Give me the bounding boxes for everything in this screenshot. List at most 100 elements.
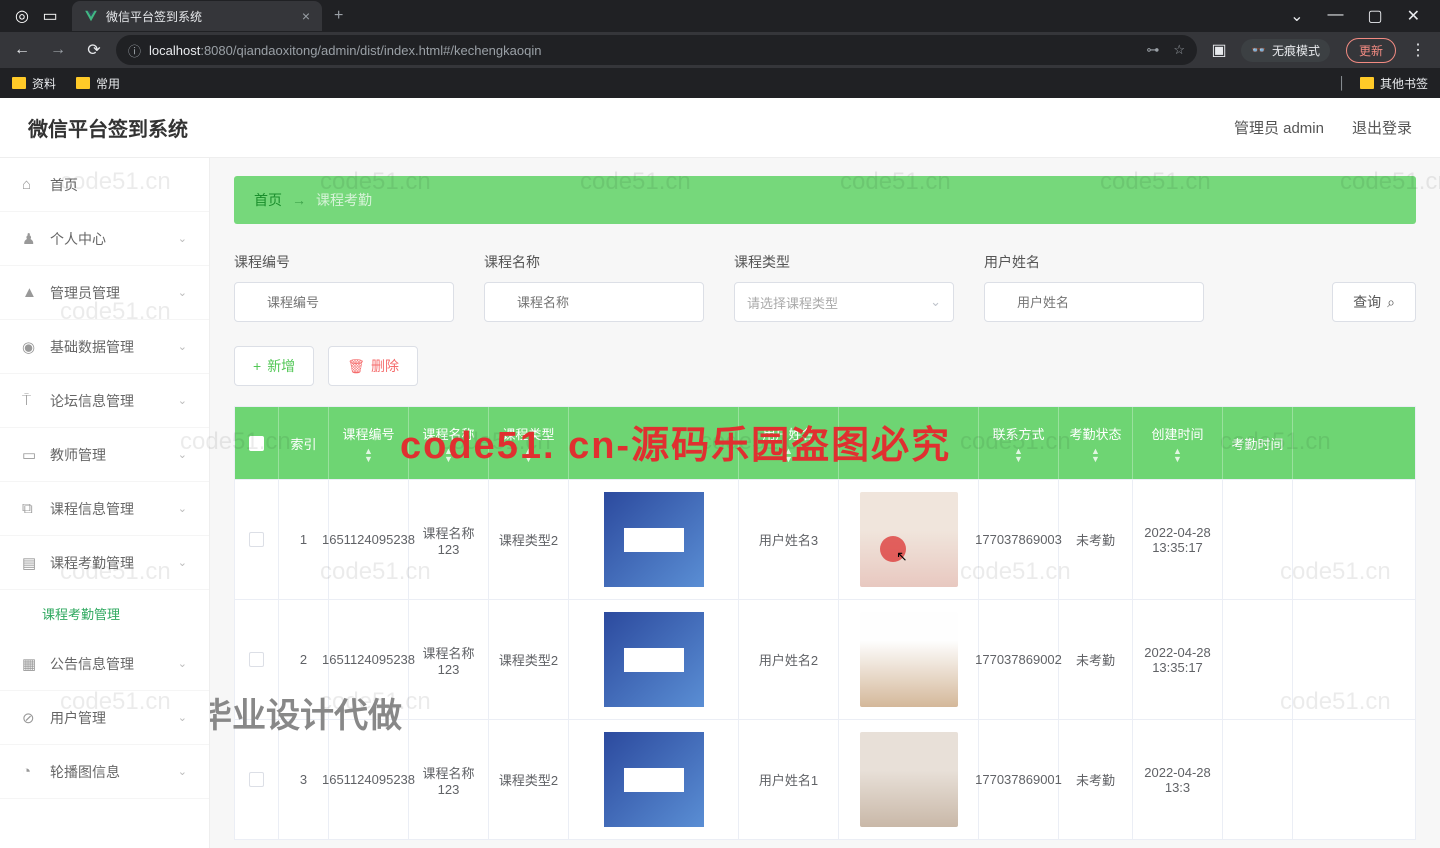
minimize-icon[interactable]: — xyxy=(1327,6,1343,26)
sort-icon[interactable]: ▲▼ xyxy=(364,447,373,463)
url-path: :8080/qiandaoxitong/admin/dist/index.htm… xyxy=(200,43,541,58)
user-avatar[interactable] xyxy=(860,612,958,707)
cell-name: 课程名称123 xyxy=(409,720,489,839)
user-avatar[interactable] xyxy=(860,492,958,587)
incognito-badge: 👓 无痕模式 xyxy=(1241,39,1330,62)
filter-user-input[interactable] xyxy=(984,282,1204,322)
key-icon[interactable]: ⊶ xyxy=(1146,42,1159,58)
menu-icon[interactable]: ⋮ xyxy=(1404,40,1432,60)
browser-tab[interactable]: 微信平台签到系统 × xyxy=(72,1,322,31)
folder-icon xyxy=(76,77,90,89)
close-icon[interactable]: × xyxy=(302,8,310,24)
sidebar-item-attendance[interactable]: ▤课程考勤管理⌄ xyxy=(0,536,209,590)
course-thumbnail[interactable] xyxy=(604,732,704,827)
trash-icon: 🗑 xyxy=(347,358,365,375)
cell-code: 1651124095238 xyxy=(329,720,409,839)
list-icon: ▤ xyxy=(22,554,40,572)
reload-button[interactable]: ⟳ xyxy=(80,40,108,60)
chevron-down-icon: ⌄ xyxy=(178,556,187,569)
sidebar-item-teacher[interactable]: ▭教师管理⌄ xyxy=(0,428,209,482)
data-table: 索引 课程编号▲▼ 课程名称▲▼ 课程类型▲▼ 用户姓名▲▼ 联系方式▲▼ 考勤… xyxy=(234,406,1416,840)
sidebar-item-forum[interactable]: ⍑论坛信息管理⌄ xyxy=(0,374,209,428)
sidebar-item-course[interactable]: ⧉课程信息管理⌄ xyxy=(0,482,209,536)
row-checkbox[interactable] xyxy=(249,652,264,667)
cell-type: 课程类型2 xyxy=(489,600,569,719)
other-bookmarks[interactable]: │其他书签 xyxy=(1338,75,1428,92)
sort-icon[interactable]: ▲▼ xyxy=(1014,447,1023,463)
user-icon: ♟ xyxy=(22,230,40,248)
chevron-down-icon[interactable]: ⌄ xyxy=(1290,6,1303,26)
browser-menu-icon[interactable]: ◎ xyxy=(8,6,36,26)
update-button[interactable]: 更新 xyxy=(1346,38,1396,63)
query-button[interactable]: 查询⌕ xyxy=(1332,282,1416,322)
browser-chrome: ◎ ▭ 微信平台签到系统 × + ⌄ — ▢ ✕ ← → ⟳ ⓘ localho… xyxy=(0,0,1440,98)
cursor-icon: ↖ xyxy=(896,548,908,565)
add-button[interactable]: +新增 xyxy=(234,346,314,386)
chat-icon: ▭ xyxy=(22,446,40,464)
clock-icon: ◔ xyxy=(22,763,40,780)
sidebar-item-personal[interactable]: ♟个人中心⌄ xyxy=(0,212,209,266)
app-header: 微信平台签到系统 管理员 admin 退出登录 xyxy=(0,98,1440,158)
sidebar-subitem-attendance[interactable]: 课程考勤管理 xyxy=(0,590,209,637)
sort-icon[interactable]: ▲▼ xyxy=(524,447,533,463)
tab-title: 微信平台签到系统 xyxy=(106,8,202,25)
admin-label[interactable]: 管理员 admin xyxy=(1234,117,1324,138)
bookmark-folder-1[interactable]: 资料 xyxy=(12,75,56,92)
filter-user-label: 用户姓名 xyxy=(984,252,1204,272)
new-tab-button[interactable]: + xyxy=(334,7,343,25)
cell-user: 用户姓名3 xyxy=(739,480,839,599)
cell-name: 课程名称123 xyxy=(409,480,489,599)
user-avatar[interactable] xyxy=(860,732,958,827)
close-window-icon[interactable]: ✕ xyxy=(1407,6,1420,26)
cell-type: 课程类型2 xyxy=(489,720,569,839)
sort-icon[interactable]: ▲▼ xyxy=(1173,447,1182,463)
browser-window-icon[interactable]: ▭ xyxy=(36,6,64,26)
chevron-down-icon: ⌄ xyxy=(178,765,187,778)
filter-code-input[interactable] xyxy=(234,282,454,322)
course-thumbnail[interactable] xyxy=(604,612,704,707)
sidebar-item-users[interactable]: ⊘用户管理⌄ xyxy=(0,691,209,745)
folder-icon xyxy=(1360,77,1374,89)
star-icon[interactable]: ☆ xyxy=(1173,42,1185,58)
sort-icon[interactable]: ▲▼ xyxy=(784,447,793,463)
cell-status: 未考勤 xyxy=(1059,720,1133,839)
logout-button[interactable]: 退出登录 xyxy=(1352,117,1412,138)
chevron-down-icon: ⌄ xyxy=(178,711,187,724)
address-bar[interactable]: ⓘ localhost :8080/qiandaoxitong/admin/di… xyxy=(116,35,1197,65)
breadcrumb-home[interactable]: 首页 xyxy=(254,190,282,210)
cell-user: 用户姓名1 xyxy=(739,720,839,839)
sidebar-item-notice[interactable]: ▦公告信息管理⌄ xyxy=(0,637,209,691)
sidebar-item-carousel[interactable]: ◔轮播图信息⌄ xyxy=(0,745,209,799)
sidebar: ⌂首页 ♟个人中心⌄ ▲管理员管理⌄ ◉基础数据管理⌄ ⍑论坛信息管理⌄ ▭教师… xyxy=(0,158,210,848)
cell-name: 课程名称123 xyxy=(409,600,489,719)
grid-icon: ▦ xyxy=(22,655,40,673)
sidebar-item-home[interactable]: ⌂首页 xyxy=(0,158,209,212)
chevron-down-icon: ⌄ xyxy=(178,502,187,515)
search-icon: ⌕ xyxy=(1387,294,1395,311)
filter-type-select[interactable]: 请选择课程类型 xyxy=(734,282,954,322)
row-checkbox[interactable] xyxy=(249,772,264,787)
bookmark-folder-2[interactable]: 常用 xyxy=(76,75,120,92)
cell-time: 2022-04-28 13:3 xyxy=(1133,720,1223,839)
maximize-icon[interactable]: ▢ xyxy=(1367,6,1382,26)
sort-icon[interactable]: ▲▼ xyxy=(444,447,453,463)
filter-name-label: 课程名称 xyxy=(484,252,704,272)
table-header: 索引 课程编号▲▼ 课程名称▲▼ 课程类型▲▼ 用户姓名▲▼ 联系方式▲▼ 考勤… xyxy=(235,407,1415,479)
main-content: 首页 → 课程考勤 课程编号 ○ 课程名称 ○ 课程类型 请选择课程类型 xyxy=(210,158,1440,848)
chevron-down-icon: ⌄ xyxy=(178,394,187,407)
back-button[interactable]: ← xyxy=(8,41,36,59)
course-thumbnail[interactable] xyxy=(604,492,704,587)
url-host: localhost xyxy=(149,43,200,58)
forward-button[interactable]: → xyxy=(44,41,72,59)
sidebar-item-admin[interactable]: ▲管理员管理⌄ xyxy=(0,266,209,320)
sidebar-item-basedata[interactable]: ◉基础数据管理⌄ xyxy=(0,320,209,374)
cell-type: 课程类型2 xyxy=(489,480,569,599)
filter-name-input[interactable] xyxy=(484,282,704,322)
sort-icon[interactable]: ▲▼ xyxy=(1091,447,1100,463)
extensions-icon[interactable]: ▣ xyxy=(1205,40,1233,60)
select-all-checkbox[interactable] xyxy=(249,436,264,451)
info-icon: ⓘ xyxy=(128,41,141,60)
row-checkbox[interactable] xyxy=(249,532,264,547)
breadcrumb-current: 课程考勤 xyxy=(316,190,372,210)
delete-button[interactable]: 🗑删除 xyxy=(328,346,418,386)
